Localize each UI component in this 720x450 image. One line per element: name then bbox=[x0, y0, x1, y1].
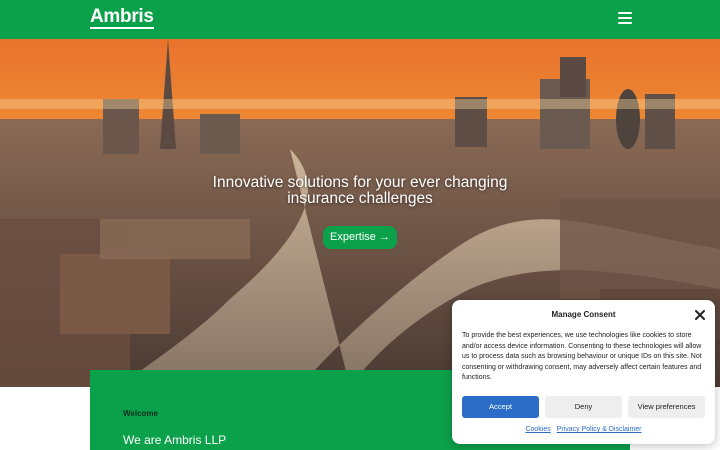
welcome-heading: We are Ambris LLP bbox=[123, 433, 227, 447]
cookies-link[interactable]: Cookies bbox=[525, 426, 550, 433]
site-logo[interactable]: Ambris bbox=[90, 7, 154, 29]
hamburger-menu-icon[interactable] bbox=[618, 12, 632, 26]
welcome-label: Welcome bbox=[123, 409, 158, 418]
consent-links: Cookies Privacy Policy & Disclaimer bbox=[452, 426, 715, 433]
close-icon[interactable] bbox=[694, 308, 706, 320]
cookie-consent-dialog: Manage Consent To provide the best exper… bbox=[452, 300, 715, 444]
accept-button[interactable]: Accept bbox=[462, 396, 539, 418]
consent-title: Manage Consent bbox=[551, 310, 616, 319]
deny-button[interactable]: Deny bbox=[545, 396, 622, 418]
expertise-button[interactable]: Expertise → bbox=[323, 226, 397, 249]
hero-title-line-2: insurance challenges bbox=[287, 190, 433, 207]
site-header: Ambris bbox=[0, 0, 720, 39]
hero-title-line-1: Innovative solutions for your ever chang… bbox=[212, 174, 508, 191]
consent-body: To provide the best experiences, we use … bbox=[462, 332, 702, 382]
view-preferences-button[interactable]: View preferences bbox=[628, 396, 705, 418]
hero-title: Innovative solutions for your ever chang… bbox=[160, 175, 560, 207]
privacy-policy-link[interactable]: Privacy Policy & Disclaimer bbox=[557, 426, 642, 433]
